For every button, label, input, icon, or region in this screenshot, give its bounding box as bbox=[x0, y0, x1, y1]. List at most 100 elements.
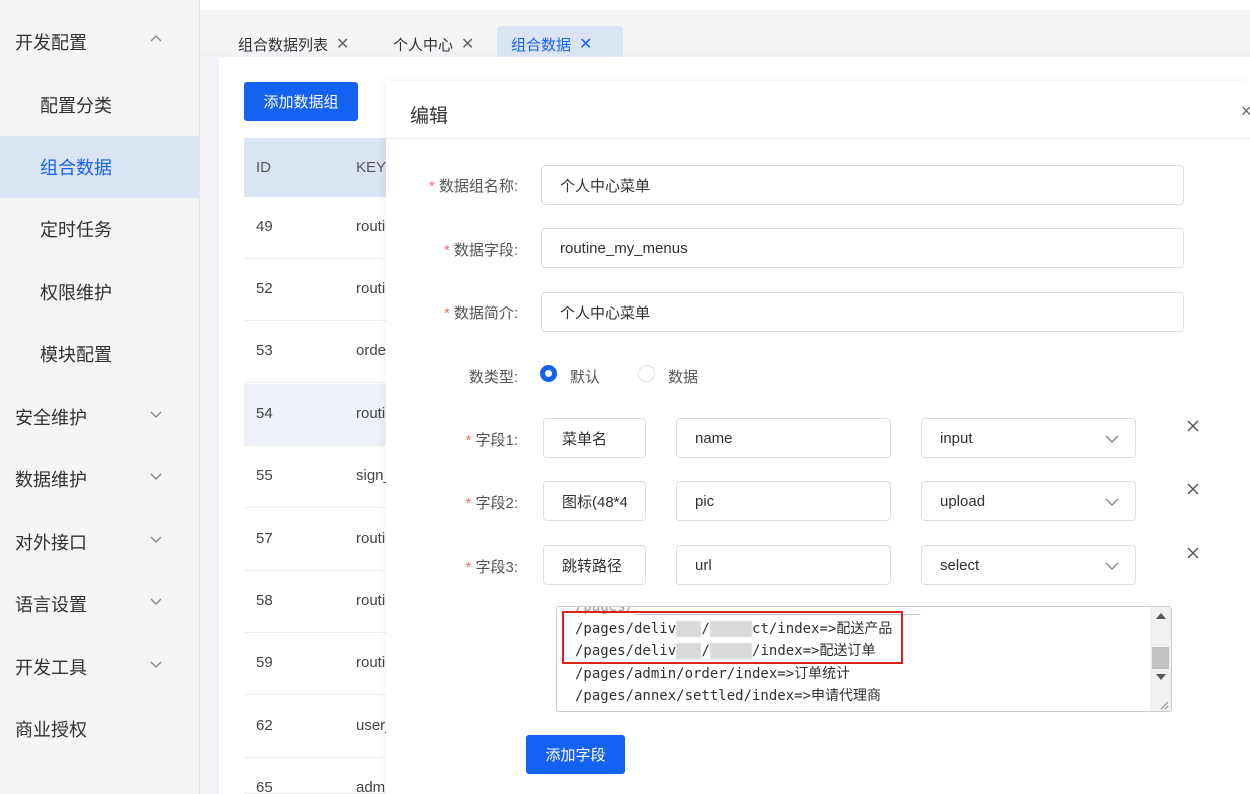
data-intro-label: * 数据简介: bbox=[443, 305, 518, 322]
sidebar-item-module-config[interactable]: 模块配置 bbox=[0, 323, 199, 385]
sidebar-item-permissions[interactable]: 权限维护 bbox=[0, 261, 199, 323]
radio-data-label: 数据 bbox=[668, 369, 699, 386]
sidebar-item-scheduled-tasks[interactable]: 定时任务 bbox=[0, 198, 199, 260]
group-name-label: * 数据组名称: bbox=[428, 178, 518, 195]
table-row[interactable]: 59 routi bbox=[244, 633, 386, 695]
menu-dev-tools-label: 开发工具 bbox=[15, 658, 87, 678]
field3-name-input[interactable]: url bbox=[676, 545, 891, 585]
cell-id: 59 bbox=[256, 654, 273, 671]
textarea-line: /pages/annex/settled/index=>申请代理商 bbox=[575, 688, 882, 704]
sidebar-item-config-category[interactable]: 配置分类 bbox=[0, 74, 199, 136]
chevron-down-icon bbox=[150, 661, 162, 668]
close-icon[interactable]: × bbox=[1241, 101, 1250, 122]
field2-title-input[interactable]: 图标(48*4 bbox=[543, 481, 646, 521]
sidebar: 开发配置 配置分类 组合数据 定时任务 权限维护 模块配置 安全维护 数据维护 … bbox=[0, 0, 200, 794]
remove-field1-icon[interactable] bbox=[1187, 420, 1199, 432]
scroll-down-arrow-icon[interactable] bbox=[1156, 674, 1166, 680]
label-text: 字段1: bbox=[475, 432, 518, 449]
menu-license[interactable]: 商业授权 bbox=[0, 698, 199, 760]
field1-name-input[interactable]: name bbox=[676, 418, 891, 458]
radio-data[interactable] bbox=[638, 365, 655, 382]
menu-license-label: 商业授权 bbox=[15, 720, 87, 740]
close-icon[interactable]: ✕ bbox=[579, 34, 592, 54]
menu-security-label: 安全维护 bbox=[15, 408, 87, 428]
resize-grip-icon[interactable] bbox=[1157, 698, 1169, 710]
field3-title-input[interactable]: 跳转路径 bbox=[543, 545, 646, 585]
table-row[interactable]: 53 orde bbox=[244, 321, 386, 383]
chevron-up-icon bbox=[150, 35, 162, 42]
chevron-down-icon bbox=[150, 598, 162, 605]
cell-id: 49 bbox=[256, 218, 273, 235]
sidebar-item-label: 模块配置 bbox=[40, 345, 112, 365]
data-intro-input[interactable]: 个人中心菜单 bbox=[541, 292, 1184, 332]
add-field-button[interactable]: 添加字段 bbox=[526, 735, 625, 774]
field1-title-input[interactable]: 菜单名 bbox=[543, 418, 646, 458]
field2-type-select[interactable]: upload bbox=[921, 481, 1136, 521]
chevron-down-icon bbox=[1105, 498, 1119, 506]
data-type-label: 数类型: bbox=[468, 369, 518, 386]
select-value: select bbox=[940, 556, 980, 574]
scroll-thumb[interactable] bbox=[1152, 647, 1169, 669]
cell-key: routi bbox=[356, 405, 386, 422]
column-id: ID bbox=[256, 159, 271, 176]
dialog-title: 编辑 bbox=[410, 106, 449, 127]
tab-bar: 组合数据列表 ✕ 个人中心 ✕ 组合数据 ✕ bbox=[200, 0, 1250, 62]
menu-language-label: 语言设置 bbox=[15, 595, 87, 615]
close-icon[interactable]: ✕ bbox=[461, 34, 474, 54]
add-data-group-button[interactable]: 添加数据组 bbox=[244, 82, 358, 121]
cell-key: routi bbox=[356, 592, 386, 609]
menu-external-api[interactable]: 对外接口 bbox=[0, 511, 199, 573]
chevron-down-icon bbox=[150, 473, 162, 480]
menu-data-maintenance[interactable]: 数据维护 bbox=[0, 448, 199, 510]
table-row[interactable]: 55 sign_ bbox=[244, 446, 386, 508]
cell-id: 57 bbox=[256, 530, 273, 547]
sidebar-item-group-data[interactable]: 组合数据 bbox=[0, 136, 199, 198]
label-text: 数据简介: bbox=[453, 305, 518, 322]
menu-language[interactable]: 语言设置 bbox=[0, 573, 199, 635]
data-field-input[interactable]: routine_my_menus bbox=[541, 228, 1184, 268]
table-row[interactable]: 54 routi bbox=[244, 384, 386, 446]
table-row[interactable]: 57 routi bbox=[244, 509, 386, 571]
menu-security[interactable]: 安全维护 bbox=[0, 386, 199, 448]
menu-dev-tools[interactable]: 开发工具 bbox=[0, 636, 199, 698]
scroll-up-arrow-icon[interactable] bbox=[1156, 613, 1166, 619]
remove-field2-icon[interactable] bbox=[1187, 483, 1199, 495]
cell-id: 62 bbox=[256, 717, 273, 734]
field1-label: * 字段1: bbox=[465, 432, 518, 449]
table-row[interactable]: 52 routi bbox=[244, 259, 386, 321]
table-row[interactable]: 62 user_ bbox=[244, 696, 386, 758]
tab-label: 组合数据 bbox=[511, 36, 572, 54]
cell-key: user_ bbox=[356, 717, 386, 734]
menu-external-api-label: 对外接口 bbox=[15, 533, 87, 553]
radio-default[interactable] bbox=[540, 365, 557, 382]
tab-label: 个人中心 bbox=[393, 36, 454, 54]
cell-id: 52 bbox=[256, 280, 273, 297]
close-icon[interactable]: ✕ bbox=[336, 34, 349, 54]
textarea-scrollbar[interactable] bbox=[1150, 607, 1171, 711]
group-name-input[interactable]: 个人中心菜单 bbox=[541, 165, 1184, 205]
cell-key: routi bbox=[356, 280, 386, 297]
cell-id: 58 bbox=[256, 592, 273, 609]
field1-type-select[interactable]: input bbox=[921, 418, 1136, 458]
field3-label: * 字段3: bbox=[465, 559, 518, 576]
table-row[interactable]: 58 routi bbox=[244, 571, 386, 633]
column-key: KEY bbox=[356, 159, 387, 176]
chevron-down-icon bbox=[1105, 435, 1119, 443]
sidebar-item-label: 配置分类 bbox=[40, 96, 112, 116]
cell-id: 55 bbox=[256, 467, 273, 484]
sidebar-item-label: 定时任务 bbox=[40, 220, 112, 240]
cell-key: routi bbox=[356, 218, 386, 235]
cell-key: orde bbox=[356, 342, 386, 359]
field3-type-select[interactable]: select bbox=[921, 545, 1136, 585]
data-field-label: * 数据字段: bbox=[443, 242, 518, 259]
label-text: 字段2: bbox=[475, 495, 518, 512]
cell-id: 54 bbox=[256, 405, 273, 422]
table-row[interactable]: 65 adm bbox=[244, 758, 386, 794]
sidebar-item-label: 权限维护 bbox=[40, 283, 112, 303]
radio-default-label: 默认 bbox=[570, 369, 601, 386]
menu-dev-config[interactable]: 开发配置 bbox=[0, 11, 199, 73]
remove-field3-icon[interactable] bbox=[1187, 547, 1199, 559]
field2-name-input[interactable]: pic bbox=[676, 481, 891, 521]
dialog-header: 编辑 × bbox=[386, 81, 1250, 139]
table-row[interactable]: 49 routi bbox=[244, 197, 386, 259]
